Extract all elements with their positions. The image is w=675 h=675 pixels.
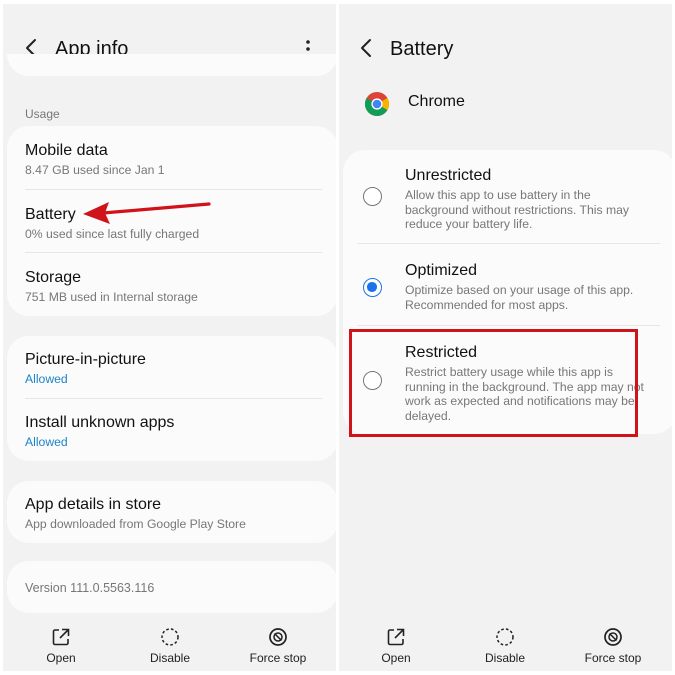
disable-circle-icon	[496, 628, 514, 646]
item-status: Allowed	[25, 372, 68, 386]
disable-circle-icon	[161, 628, 179, 646]
force-stop-button[interactable]: Force stop	[238, 627, 318, 665]
version-card: Version 111.0.5563.116	[7, 561, 336, 613]
version-text-wrap: Version 111.0.5563.116	[25, 579, 322, 596]
list-item-mobile-data[interactable]: Mobile data 8.47 GB used since Jan 1	[25, 141, 322, 178]
divider	[357, 325, 660, 326]
chrome-app-icon	[363, 90, 391, 118]
disable-button[interactable]: Disable	[130, 627, 210, 665]
back-arrow-icon[interactable]	[356, 37, 378, 59]
button-label: Open	[381, 651, 411, 665]
app-info-header: App info	[3, 4, 336, 94]
option-text: Unrestricted Allow this app to use batte…	[405, 166, 646, 232]
list-item-install-unknown-apps[interactable]: Install unknown apps Allowed	[25, 413, 322, 450]
option-label: Unrestricted	[405, 167, 492, 184]
open-external-icon	[52, 628, 70, 646]
battery-header: Battery	[339, 4, 672, 94]
force-stop-icon	[269, 628, 287, 646]
bottom-action-bar: Open Disable Force stop	[3, 627, 336, 671]
force-stop-icon	[604, 628, 622, 646]
open-button[interactable]: Open	[21, 627, 101, 665]
bottom-action-bar: Open Disable Force stop	[339, 627, 672, 671]
page-title: Battery	[390, 38, 454, 60]
list-item-picture-in-picture[interactable]: Picture-in-picture Allowed	[25, 350, 322, 387]
button-label: Force stop	[584, 651, 642, 665]
annotation-highlight-box	[349, 329, 638, 437]
radio-optimized[interactable]	[363, 278, 382, 297]
item-label: App details in store	[25, 496, 162, 513]
list-item-app-details-in-store[interactable]: App details in store App downloaded from…	[25, 495, 322, 532]
annotation-arrow-icon	[83, 202, 211, 224]
force-stop-button[interactable]: Force stop	[573, 627, 653, 665]
item-status: Allowed	[25, 435, 68, 449]
battery-screen: Battery Chrome Unrestricted Allow this a…	[339, 4, 672, 671]
divider	[357, 243, 660, 244]
item-subtitle: 751 MB used in Internal storage	[25, 290, 198, 304]
option-description: Optimize based on your usage of this app…	[405, 283, 634, 312]
item-label: Picture-in-picture	[25, 351, 146, 368]
open-button[interactable]: Open	[356, 627, 436, 665]
option-text: Optimized Optimize based on your usage o…	[405, 261, 646, 312]
button-label: Disable	[149, 651, 191, 665]
item-label: Mobile data	[25, 142, 108, 159]
disable-button[interactable]: Disable	[465, 627, 545, 665]
divider	[25, 398, 322, 399]
option-label: Optimized	[405, 262, 478, 279]
button-label: Force stop	[249, 651, 307, 665]
option-description: Allow this app to use battery in the bac…	[405, 188, 629, 231]
previous-card-partial	[7, 54, 336, 76]
app-name: Chrome	[408, 93, 465, 110]
list-item-storage[interactable]: Storage 751 MB used in Internal storage	[25, 268, 322, 305]
radio-unrestricted[interactable]	[363, 187, 382, 206]
section-label-usage: Usage	[25, 107, 60, 121]
divider	[25, 252, 322, 253]
button-label: Open	[46, 651, 76, 665]
divider	[25, 189, 322, 190]
open-external-icon	[387, 628, 405, 646]
item-label: Storage	[25, 269, 82, 286]
item-label: Install unknown apps	[25, 414, 175, 431]
item-subtitle: 8.47 GB used since Jan 1	[25, 163, 165, 177]
app-info-screen: App info Usage Mobile data 8.47 GB used …	[3, 4, 336, 671]
permissions-card: Picture-in-picture Allowed Install unkno…	[7, 336, 336, 461]
item-subtitle: App downloaded from Google Play Store	[25, 517, 246, 531]
version-text: Version 111.0.5563.116	[25, 581, 155, 595]
store-card: App details in store App downloaded from…	[7, 481, 336, 543]
button-label: Disable	[484, 651, 526, 665]
